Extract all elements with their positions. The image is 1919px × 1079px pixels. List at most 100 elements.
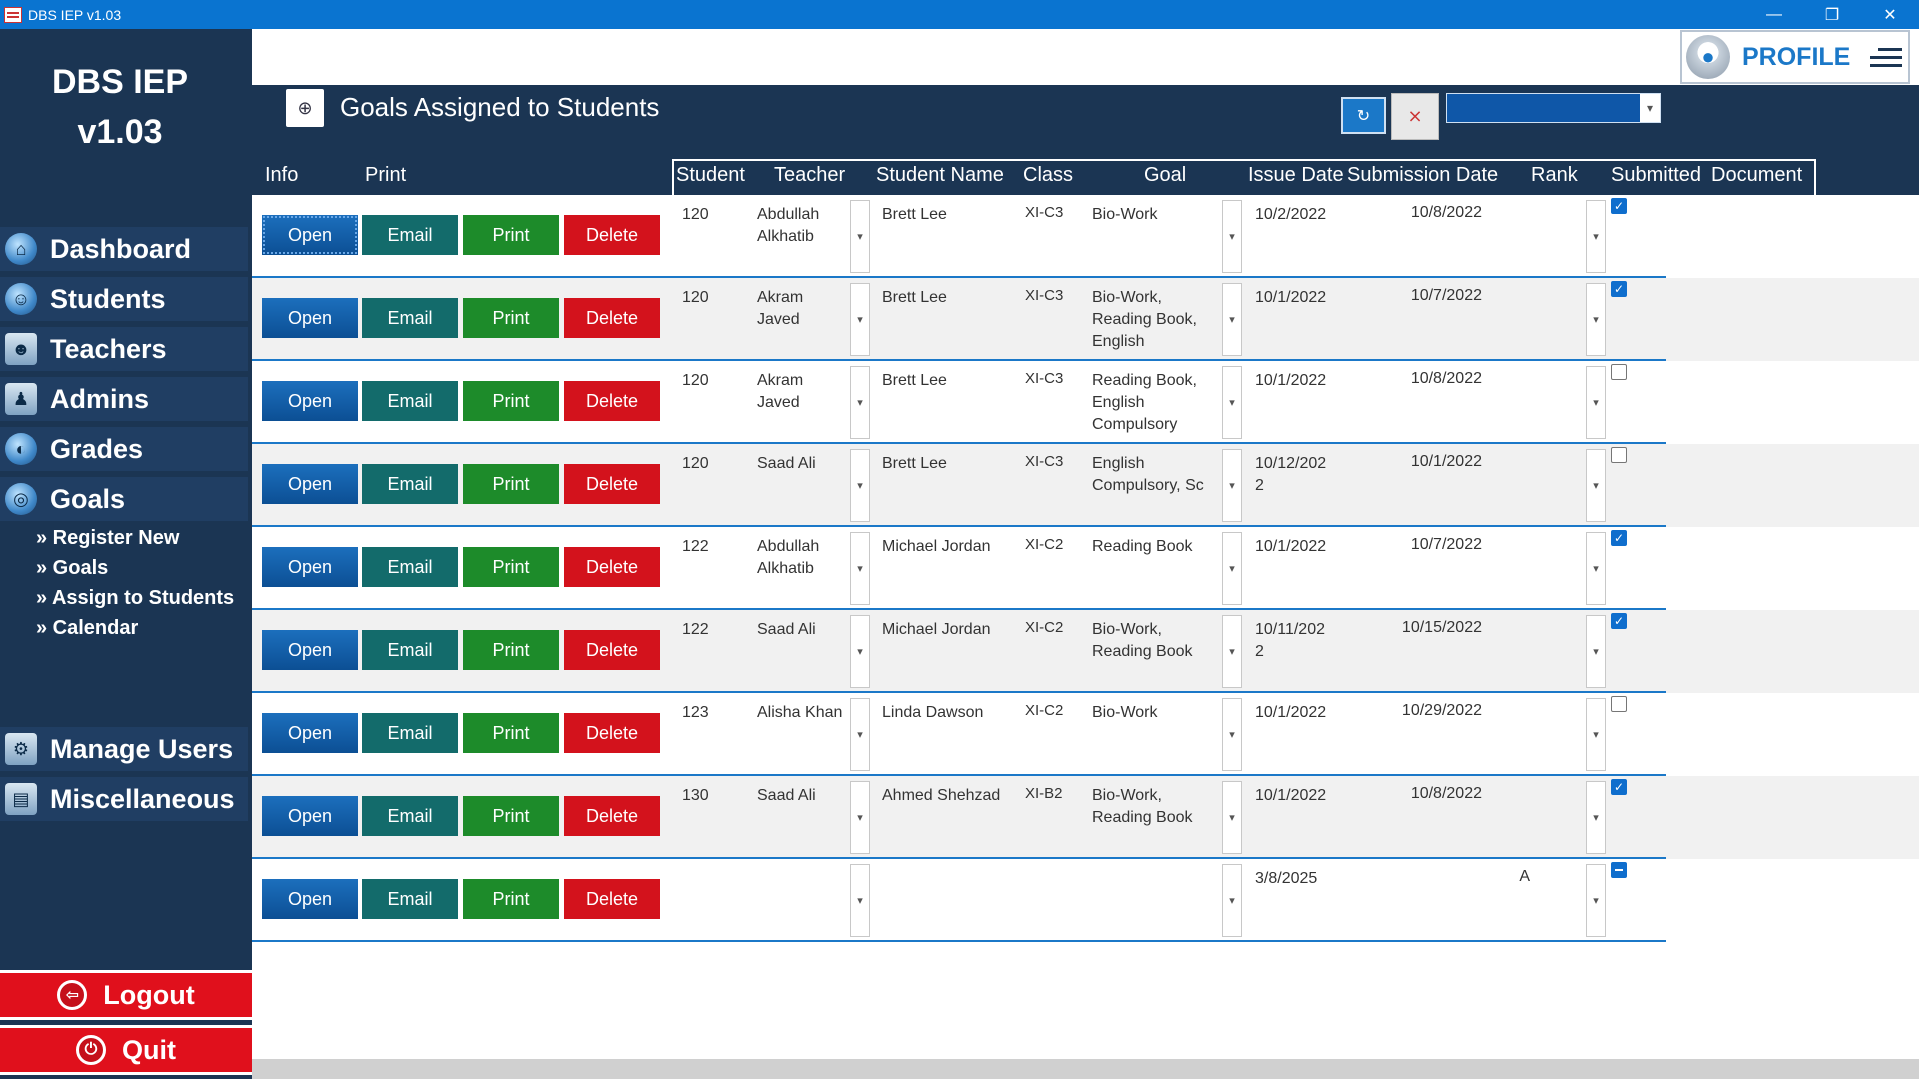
teacher-dropdown[interactable]: ▾	[850, 615, 870, 688]
teacher-dropdown[interactable]: ▾	[850, 532, 870, 605]
email-button[interactable]: Email	[362, 713, 458, 753]
goal-dropdown[interactable]: ▾	[1222, 532, 1242, 605]
rank-dropdown[interactable]: ▾	[1586, 615, 1606, 688]
sidebar-item-admins[interactable]: ♟ Admins	[0, 377, 248, 421]
submitted-checkbox[interactable]: ✓	[1611, 198, 1627, 214]
open-button[interactable]: Open	[262, 215, 358, 255]
brand-name: DBS IEP	[51, 63, 189, 101]
sidebar-item-miscellaneous[interactable]: ▤ Miscellaneous	[0, 777, 248, 821]
rank-dropdown[interactable]: ▾	[1586, 449, 1606, 522]
print-button[interactable]: Print	[463, 215, 559, 255]
quit-button[interactable]: ⏻ Quit	[0, 1025, 252, 1075]
email-button[interactable]: Email	[362, 464, 458, 504]
sidebar-item-label: Grades	[50, 433, 144, 464]
submitted-checkbox[interactable]	[1611, 696, 1627, 712]
submitted-checkbox[interactable]: ✓	[1611, 530, 1627, 546]
email-button[interactable]: Email	[362, 215, 458, 255]
submitted-checkbox[interactable]: ✓	[1611, 281, 1627, 297]
sidebar-item-goals[interactable]: ◎ Goals	[0, 477, 248, 521]
sidebar-item-grades[interactable]: ◐ Grades	[0, 427, 248, 471]
minimize-button[interactable]: —	[1745, 0, 1803, 29]
email-button[interactable]: Email	[362, 630, 458, 670]
open-button[interactable]: Open	[262, 630, 358, 670]
teacher-dropdown[interactable]: ▾	[850, 366, 870, 439]
open-button[interactable]: Open	[262, 547, 358, 587]
print-button[interactable]: Print	[463, 630, 559, 670]
open-button[interactable]: Open	[262, 796, 358, 836]
delete-button[interactable]: Delete	[564, 796, 660, 836]
filter-select[interactable]: ▾	[1446, 93, 1661, 123]
goal-dropdown[interactable]: ▾	[1222, 283, 1242, 356]
teacher-dropdown[interactable]: ▾	[850, 283, 870, 356]
print-button[interactable]: Print	[463, 879, 559, 919]
sidebar-item-manage-users[interactable]: ⚙ Manage Users	[0, 727, 248, 771]
submenu-goals[interactable]: » Goals	[36, 553, 234, 583]
rank-dropdown[interactable]: ▾	[1586, 532, 1606, 605]
goal-dropdown[interactable]: ▾	[1222, 366, 1242, 439]
goal-dropdown[interactable]: ▾	[1222, 615, 1242, 688]
maximize-button[interactable]: ❐	[1803, 0, 1861, 29]
print-button[interactable]: Print	[463, 547, 559, 587]
submitted-checkbox[interactable]: ✓	[1611, 613, 1627, 629]
rank-dropdown[interactable]: ▾	[1586, 283, 1606, 356]
close-button[interactable]: ✕	[1861, 0, 1919, 29]
submitted-checkbox[interactable]	[1611, 862, 1627, 878]
open-button[interactable]: Open	[262, 713, 358, 753]
open-button[interactable]: Open	[262, 464, 358, 504]
goal-dropdown[interactable]: ▾	[1222, 698, 1242, 771]
goal-dropdown[interactable]: ▾	[1222, 781, 1242, 854]
submitted-checkbox[interactable]	[1611, 364, 1627, 380]
delete-button[interactable]: Delete	[564, 547, 660, 587]
delete-button[interactable]: Delete	[564, 298, 660, 338]
refresh-button[interactable]: ↻	[1341, 97, 1386, 134]
sidebar-item-dashboard[interactable]: ⌂ Dashboard	[0, 227, 248, 271]
print-button[interactable]: Print	[463, 713, 559, 753]
submenu-assign-to-students[interactable]: » Assign to Students	[36, 583, 234, 613]
horizontal-scrollbar[interactable]	[252, 1059, 1919, 1079]
print-button[interactable]: Print	[463, 796, 559, 836]
delete-button[interactable]: Delete	[564, 215, 660, 255]
email-button[interactable]: Email	[362, 298, 458, 338]
rank-dropdown[interactable]: ▾	[1586, 200, 1606, 273]
hamburger-menu-icon[interactable]	[1870, 43, 1903, 72]
sidebar-item-students[interactable]: ☺ Students	[0, 277, 248, 321]
submenu-calendar[interactable]: » Calendar	[36, 613, 234, 643]
submenu-register-new[interactable]: » Register New	[36, 523, 234, 553]
rank-dropdown[interactable]: ▾	[1586, 366, 1606, 439]
email-button[interactable]: Email	[362, 381, 458, 421]
sidebar-item-teachers[interactable]: ☻ Teachers	[0, 327, 248, 371]
student-id-cell: 120	[682, 206, 709, 223]
rank-dropdown[interactable]: ▾	[1586, 864, 1606, 937]
sidebar-item-label: Dashboard	[50, 233, 192, 264]
rank-dropdown[interactable]: ▾	[1586, 781, 1606, 854]
print-button[interactable]: Print	[463, 464, 559, 504]
email-button[interactable]: Email	[362, 796, 458, 836]
submitted-checkbox[interactable]	[1611, 447, 1627, 463]
clear-filter-button[interactable]: ⨯	[1391, 93, 1439, 140]
teacher-dropdown[interactable]: ▾	[850, 200, 870, 273]
print-button[interactable]: Print	[463, 381, 559, 421]
sidebar-item-label: Admins	[50, 383, 150, 414]
teacher-dropdown[interactable]: ▾	[850, 864, 870, 937]
delete-button[interactable]: Delete	[564, 630, 660, 670]
submitted-checkbox[interactable]: ✓	[1611, 779, 1627, 795]
open-button[interactable]: Open	[262, 298, 358, 338]
goal-dropdown[interactable]: ▾	[1222, 449, 1242, 522]
delete-button[interactable]: Delete	[564, 381, 660, 421]
teacher-dropdown[interactable]: ▾	[850, 698, 870, 771]
print-button[interactable]: Print	[463, 298, 559, 338]
goal-dropdown[interactable]: ▾	[1222, 864, 1242, 937]
profile-button[interactable]: ● PROFILE	[1680, 30, 1910, 84]
delete-button[interactable]: Delete	[564, 879, 660, 919]
teacher-dropdown[interactable]: ▾	[850, 781, 870, 854]
email-button[interactable]: Email	[362, 879, 458, 919]
open-button[interactable]: Open	[262, 879, 358, 919]
rank-dropdown[interactable]: ▾	[1586, 698, 1606, 771]
delete-button[interactable]: Delete	[564, 713, 660, 753]
open-button[interactable]: Open	[262, 381, 358, 421]
teacher-dropdown[interactable]: ▾	[850, 449, 870, 522]
logout-button[interactable]: ⇦ Logout	[0, 970, 252, 1020]
delete-button[interactable]: Delete	[564, 464, 660, 504]
email-button[interactable]: Email	[362, 547, 458, 587]
goal-dropdown[interactable]: ▾	[1222, 200, 1242, 273]
